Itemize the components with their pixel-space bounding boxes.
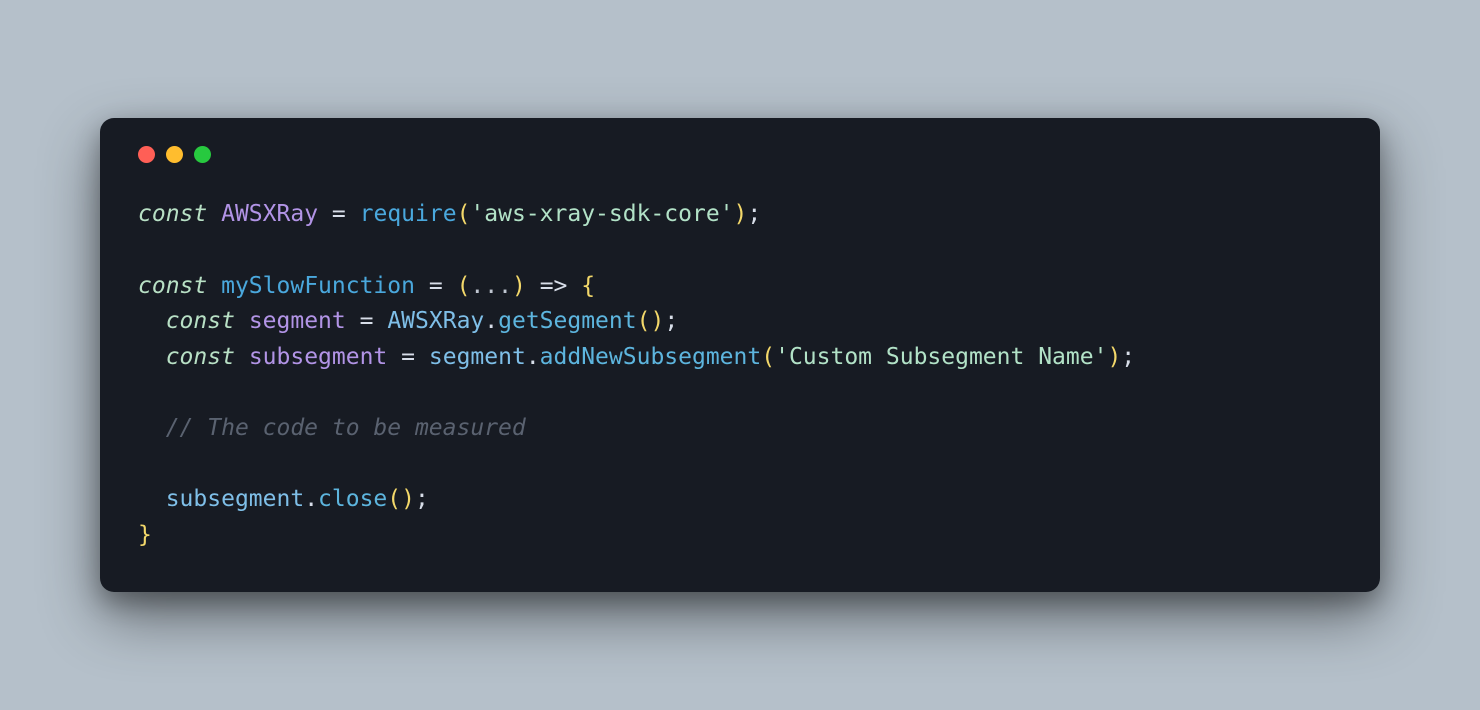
operator: = (332, 201, 346, 227)
keyword-const: const (166, 308, 235, 334)
object-ref: segment (429, 344, 526, 370)
code-editor-window: const AWSXRay = require('aws-xray-sdk-co… (100, 118, 1380, 591)
window-controls (138, 146, 1342, 163)
operator: = (429, 273, 443, 299)
object-ref: AWSXRay (387, 308, 484, 334)
comment: // The code to be measured (166, 415, 526, 441)
semicolon: ; (415, 486, 429, 512)
method-call: close (318, 486, 387, 512)
spread: ... (470, 273, 512, 299)
code-line-9: subsegment.close(); (138, 486, 429, 512)
paren: ) (650, 308, 664, 334)
code-line-4: const segment = AWSXRay.getSegment(); (138, 308, 678, 334)
identifier: AWSXRay (221, 201, 318, 227)
paren: ( (761, 344, 775, 370)
code-line-1: const AWSXRay = require('aws-xray-sdk-co… (138, 201, 761, 227)
paren: ( (387, 486, 401, 512)
identifier: mySlowFunction (221, 273, 415, 299)
paren: ( (457, 201, 471, 227)
dot: . (484, 308, 498, 334)
maximize-icon[interactable] (194, 146, 211, 163)
paren: ) (512, 273, 526, 299)
operator: = (360, 308, 374, 334)
operator: = (401, 344, 415, 370)
paren: ( (637, 308, 651, 334)
method-call: addNewSubsegment (540, 344, 762, 370)
keyword-const: const (138, 273, 207, 299)
code-block: const AWSXRay = require('aws-xray-sdk-co… (138, 197, 1342, 553)
code-line-3: const mySlowFunction = (...) => { (138, 273, 595, 299)
code-line-10: } (138, 522, 152, 548)
semicolon: ; (747, 201, 761, 227)
paren: ) (401, 486, 415, 512)
close-icon[interactable] (138, 146, 155, 163)
code-line-5: const subsegment = segment.addNewSubsegm… (138, 344, 1135, 370)
function-call: require (360, 201, 457, 227)
paren: ) (734, 201, 748, 227)
arrow: => (540, 273, 568, 299)
identifier: subsegment (249, 344, 387, 370)
keyword-const: const (138, 201, 207, 227)
keyword-const: const (166, 344, 235, 370)
brace: { (581, 273, 595, 299)
dot: . (304, 486, 318, 512)
semicolon: ; (1121, 344, 1135, 370)
object-ref: subsegment (166, 486, 304, 512)
semicolon: ; (664, 308, 678, 334)
identifier: segment (249, 308, 346, 334)
string-literal: 'aws-xray-sdk-core' (470, 201, 733, 227)
code-line-7: // The code to be measured (138, 415, 526, 441)
paren: ) (1107, 344, 1121, 370)
string-literal: 'Custom Subsegment Name' (775, 344, 1107, 370)
paren: ( (457, 273, 471, 299)
method-call: getSegment (498, 308, 636, 334)
brace: } (138, 522, 152, 548)
minimize-icon[interactable] (166, 146, 183, 163)
dot: . (526, 344, 540, 370)
